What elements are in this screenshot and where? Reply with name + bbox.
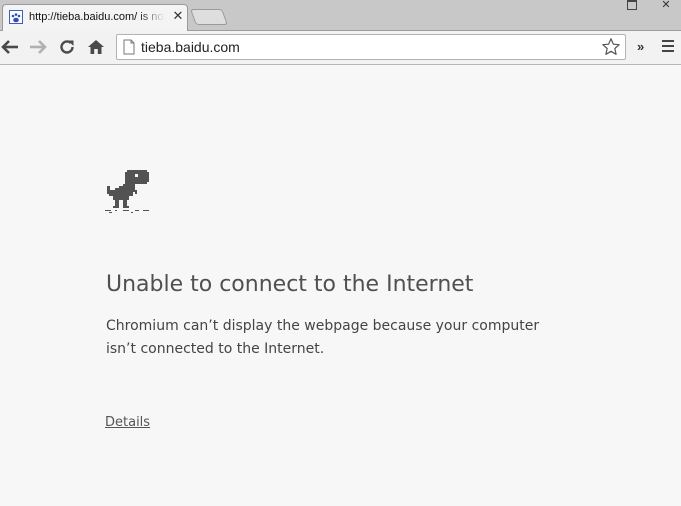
url-text[interactable]: tieba.baidu.com — [141, 39, 240, 55]
tab-close-icon[interactable]: ✕ — [171, 9, 185, 23]
browser-toolbar: tieba.baidu.com » — [0, 31, 681, 65]
tab-strip: http://tieba.baidu.com/ is not available… — [0, 0, 681, 31]
tab-active[interactable]: http://tieba.baidu.com/ is not available… — [2, 4, 188, 31]
back-arrow-icon[interactable] — [0, 37, 20, 57]
extensions-overflow-button[interactable]: » — [637, 39, 644, 54]
tab-title: http://tieba.baidu.com/ is not available — [29, 11, 165, 23]
window-close-icon[interactable]: ✕ — [654, 0, 678, 12]
reload-icon[interactable] — [57, 37, 77, 57]
address-bar[interactable]: tieba.baidu.com — [116, 34, 626, 60]
offline-dinosaur-icon — [105, 170, 151, 219]
details-link[interactable]: Details — [105, 415, 150, 430]
error-description: Chromium can’t display the webpage becau… — [106, 318, 540, 357]
new-tab-button[interactable] — [190, 9, 228, 25]
hamburger-menu-icon[interactable] — [662, 40, 674, 55]
page-icon — [123, 39, 135, 60]
forward-arrow-icon[interactable] — [28, 37, 48, 57]
home-icon[interactable] — [86, 37, 106, 57]
star-icon[interactable] — [601, 37, 621, 62]
error-title: Unable to connect to the Internet — [106, 272, 474, 297]
paw-icon — [9, 10, 23, 24]
restore-icon[interactable] — [620, 0, 644, 12]
